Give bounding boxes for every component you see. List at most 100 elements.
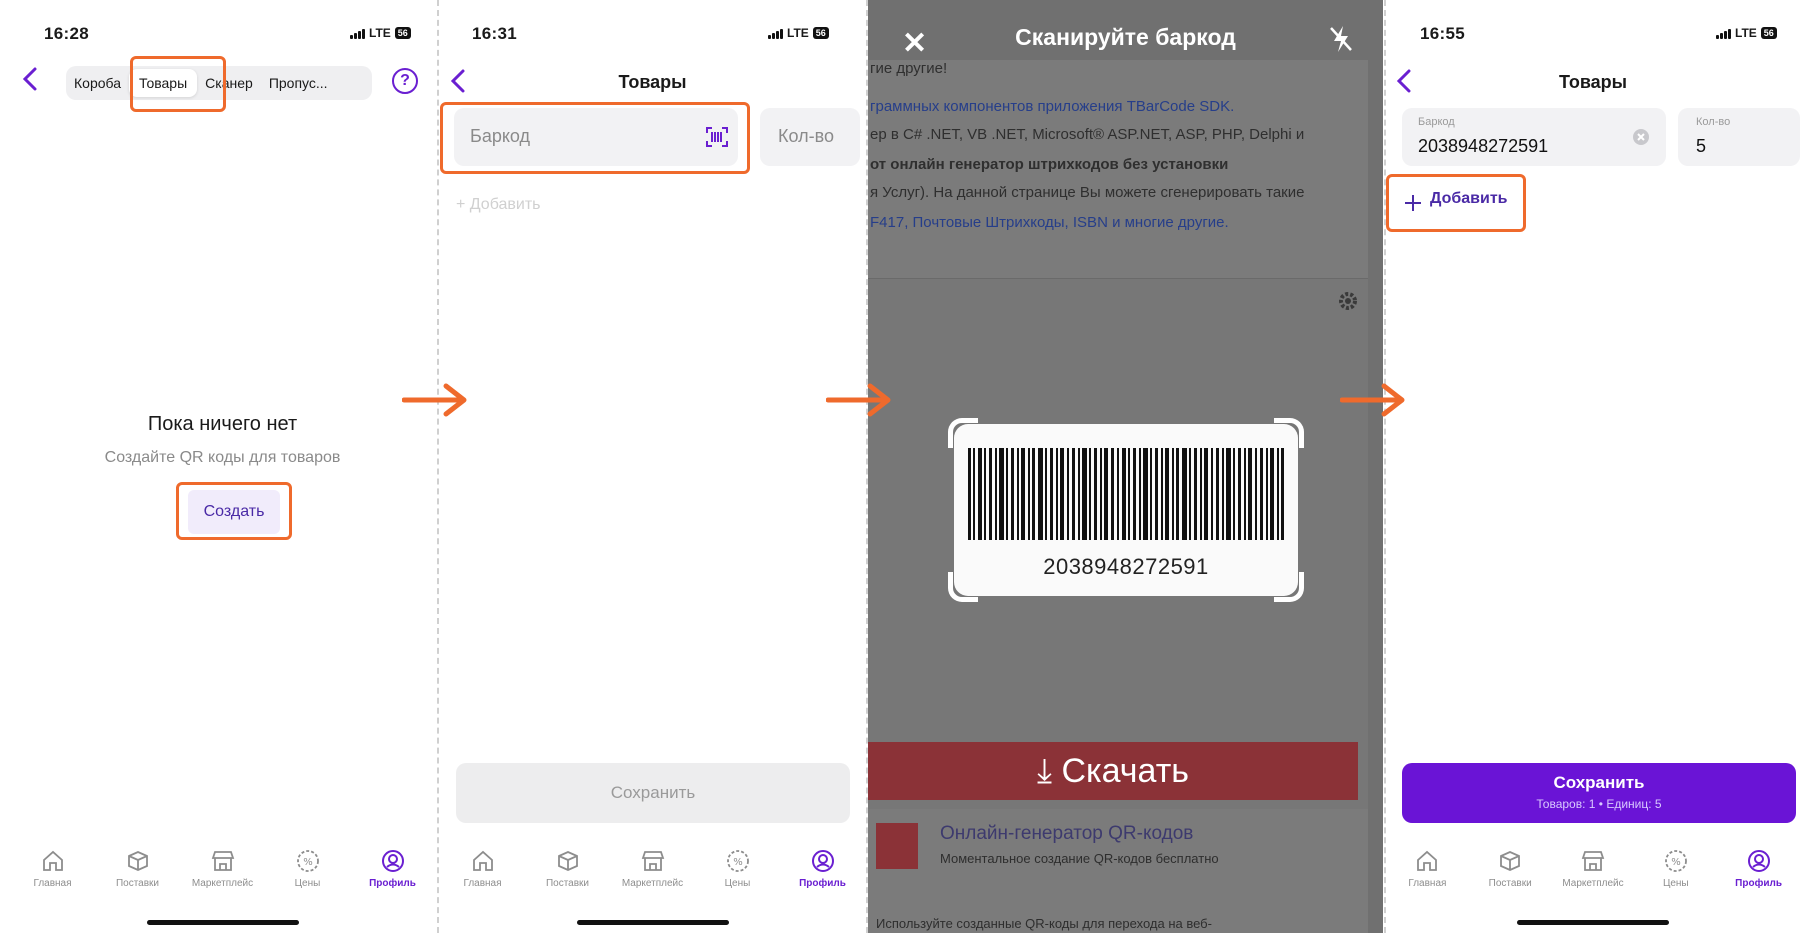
segment-boxes[interactable]: Короба: [66, 75, 129, 91]
status-time: 16:55: [1420, 24, 1465, 43]
clear-icon[interactable]: [1632, 128, 1650, 146]
profile-icon: [811, 850, 834, 872]
page-title: Товары: [618, 72, 687, 92]
home-icon: [42, 850, 63, 871]
scan-corner: [948, 572, 978, 602]
bg-text-line: граммных компонентов приложения TBarCode…: [870, 98, 1235, 115]
highlight-frame: [440, 102, 750, 174]
tab-marketplace[interactable]: Маркетплейс: [183, 848, 263, 898]
flow-arrow-icon: [1340, 383, 1405, 417]
barcode-input[interactable]: Баркод 2038948272591: [1402, 108, 1666, 166]
qty-input[interactable]: Кол-во: [760, 108, 860, 166]
tab-label: Профиль: [1735, 878, 1782, 889]
network-type: LTE: [369, 26, 391, 40]
qty-input[interactable]: Кол-во 5: [1678, 108, 1800, 166]
tab-marketplace[interactable]: Маркетплейс: [1553, 848, 1633, 898]
tab-profile[interactable]: Профиль: [783, 848, 863, 898]
barcode-image: [968, 448, 1284, 540]
empty-state-subtitle: Создайте QR коды для товаров: [104, 449, 341, 466]
question-circle-icon[interactable]: ?: [392, 68, 418, 94]
box-icon: [1500, 851, 1521, 871]
tab-marketplace[interactable]: Маркетплейс: [613, 848, 693, 898]
screen-4: 16:55 LTE 56 Товары Баркод 2038948272591…: [1386, 0, 1800, 933]
page-title: Товары: [1558, 72, 1628, 92]
qr-promo-block: Онлайн-генератор QR-кодов Моментальное с…: [868, 823, 1368, 903]
flow-arrow-icon: [826, 383, 891, 417]
qr-code-icon: [876, 823, 918, 869]
bg-text-line: ер в C# .NET, VB .NET, Microsoft® ASP.NE…: [870, 126, 1305, 143]
download-banner: ⤓ Скачать: [868, 742, 1358, 800]
save-button-disabled[interactable]: Сохранить: [456, 763, 850, 823]
qty-field-label: Кол-во: [1696, 116, 1731, 128]
tab-label: Профиль: [369, 878, 416, 889]
tab-prices[interactable]: % Цены: [698, 848, 778, 898]
back-icon[interactable]: [22, 66, 38, 92]
tab-label: Поставки: [1488, 878, 1532, 889]
tab-label: Цены: [294, 878, 321, 889]
tab-bar: Главная Поставки Маркетплейс % Цены Проф…: [10, 848, 435, 898]
home-icon: [472, 850, 493, 871]
percent-badge-icon: %: [1664, 850, 1687, 872]
scan-frame: 2038948272591: [954, 424, 1298, 596]
tab-home[interactable]: Главная: [1387, 848, 1467, 898]
screen-3-scanner: гие другие! граммных компонентов приложе…: [868, 0, 1383, 933]
empty-state-title: Пока ничего нет: [147, 413, 298, 435]
box-icon: [557, 851, 578, 871]
tab-label: Профиль: [799, 878, 846, 889]
tab-home[interactable]: Главная: [13, 848, 93, 898]
tab-profile[interactable]: Профиль: [1719, 848, 1799, 898]
tab-prices[interactable]: % Цены: [1636, 848, 1716, 898]
svg-text:%: %: [1671, 857, 1681, 868]
tab-supplies[interactable]: Поставки: [1470, 848, 1550, 898]
status-time: 16:28: [44, 24, 89, 43]
flash-off-icon[interactable]: [1328, 24, 1354, 54]
store-icon: [211, 851, 234, 871]
tab-label: Поставки: [545, 878, 590, 889]
tab-label: Цены: [1662, 878, 1689, 889]
tab-prices[interactable]: % Цены: [268, 848, 348, 898]
profile-icon: [1747, 850, 1770, 872]
save-button[interactable]: Сохранить Товаров: 1 • Единиц: 5: [1402, 763, 1796, 823]
bg-text-line: F417, Почтовые Штрихкоды, ISBN и многие …: [870, 214, 1229, 231]
tab-label: Маркетплейс: [1562, 878, 1624, 889]
tab-label: Маркетплейс: [191, 878, 254, 889]
home-indicator: [146, 920, 299, 925]
flow-arrow-icon: [402, 383, 467, 417]
network-type: LTE: [1735, 26, 1757, 40]
segment-passes[interactable]: Пропус...: [261, 75, 336, 91]
network-type: LTE: [787, 26, 809, 40]
tab-label: Поставки: [115, 878, 160, 889]
percent-badge-icon: %: [296, 850, 319, 872]
store-icon: [641, 851, 664, 871]
box-icon: [127, 851, 148, 871]
qty-placeholder: Кол-во: [778, 126, 834, 146]
barcode-field-value: 2038948272591: [1418, 136, 1549, 156]
screen-2: 16:31 LTE 56 Товары Баркод Кол-во + Доба…: [440, 0, 865, 933]
tab-label: Цены: [724, 878, 751, 889]
home-indicator: [1517, 920, 1669, 925]
signal-icon: [1716, 28, 1731, 39]
tab-supplies[interactable]: Поставки: [98, 848, 178, 898]
scan-corner: [1274, 418, 1304, 448]
svg-text:%: %: [303, 857, 313, 868]
highlight-frame: [130, 56, 226, 112]
add-button-disabled[interactable]: + Добавить: [456, 196, 541, 214]
status-time: 16:31: [472, 24, 517, 43]
tab-home[interactable]: Главная: [443, 848, 523, 898]
tab-label: Главная: [33, 878, 72, 889]
status-indicators: LTE 56: [768, 26, 829, 40]
svg-text:%: %: [733, 857, 743, 868]
save-button-label: Сохранить: [1553, 773, 1645, 792]
battery-icon: 56: [394, 27, 411, 39]
bg-footer-text: Используйте созданные QR-коды для перехо…: [876, 916, 1212, 931]
battery-icon: 56: [1760, 27, 1777, 39]
tab-label: Главная: [463, 878, 502, 889]
home-icon: [1417, 850, 1438, 871]
tab-profile[interactable]: Профиль: [353, 848, 433, 898]
status-indicators: LTE 56: [1716, 26, 1777, 40]
save-button-summary: Товаров: 1 • Единиц: 5: [1536, 797, 1662, 811]
qty-field-value: 5: [1696, 136, 1707, 156]
scan-corner: [948, 418, 978, 448]
tab-supplies[interactable]: Поставки: [528, 848, 608, 898]
barcode-digits: 2038948272591: [1043, 554, 1209, 579]
